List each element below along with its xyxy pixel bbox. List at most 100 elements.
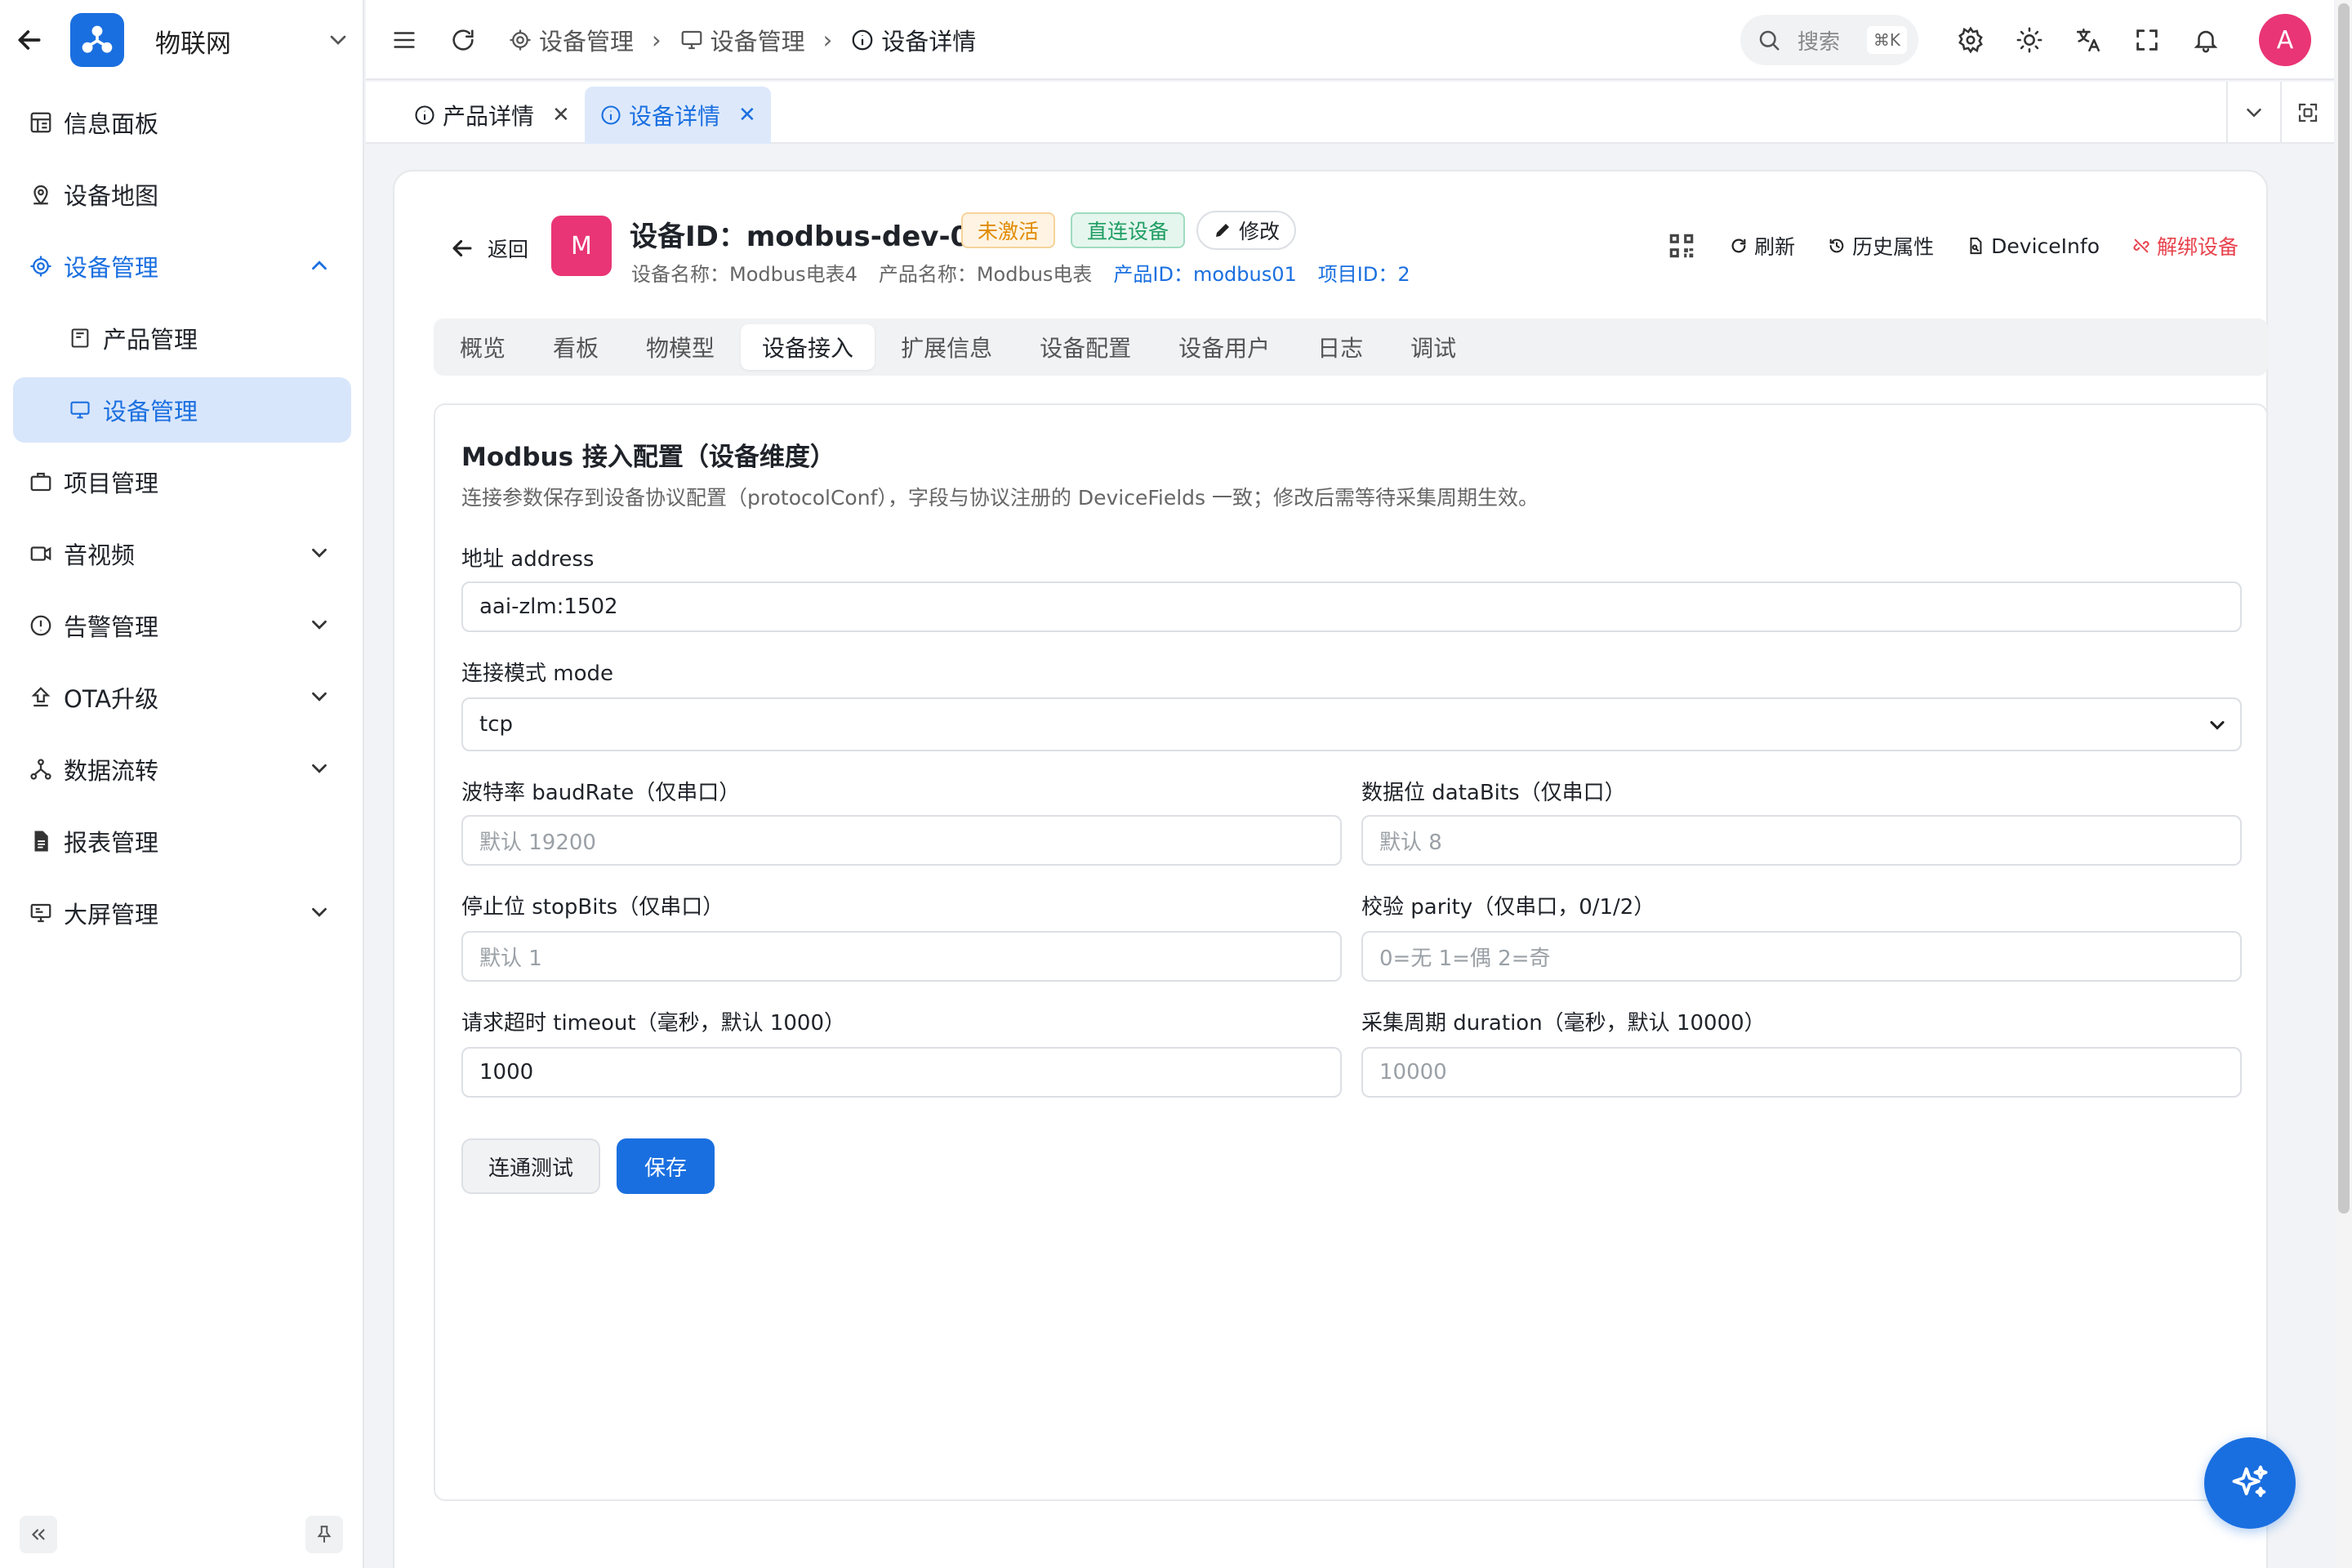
sidebar-item-screen-management[interactable]: 大屏管理: [13, 880, 351, 946]
info-icon: [599, 104, 622, 127]
tab-logs[interactable]: 日志: [1296, 324, 1384, 370]
save-button[interactable]: 保存: [617, 1138, 715, 1194]
tabs-dropdown-chevron-icon[interactable]: [2226, 82, 2280, 144]
tab-thing-model[interactable]: 物模型: [625, 324, 736, 370]
screenshot-frame-icon[interactable]: [2280, 82, 2334, 144]
search-shortcut: ⌘K: [1866, 26, 1907, 54]
sidebar-item-label: 大屏管理: [64, 901, 159, 929]
tab-overview[interactable]: 概览: [439, 324, 527, 370]
edit-button[interactable]: 修改: [1196, 211, 1297, 250]
ai-assistant-button[interactable]: [2204, 1437, 2296, 1529]
form-description: 连接参数保存到设备协议配置（protocolConf），字段与协议注册的 Dev…: [461, 486, 1539, 510]
history-properties-button[interactable]: 历史属性: [1828, 231, 1934, 261]
modbus-config-panel: Modbus 接入配置（设备维度） 连接参数保存到设备协议配置（protocol…: [434, 403, 2268, 1501]
device-info-button[interactable]: DeviceInfo: [1967, 234, 2100, 258]
sidebar-item-label: 项目管理: [64, 470, 159, 497]
pin-icon[interactable]: [305, 1516, 343, 1553]
tab-product-detail[interactable]: 产品详情 ✕: [399, 87, 585, 144]
product-id-link[interactable]: 产品ID：modbus01: [1113, 258, 1296, 287]
sidebar-item-device-management[interactable]: 设备管理: [13, 377, 351, 443]
sidebar-item-ota-upgrade[interactable]: OTA升级: [13, 665, 351, 730]
mode-select[interactable]: tcp: [461, 697, 2242, 751]
qr-code-icon[interactable]: [1666, 230, 1697, 261]
timeout-label: 请求超时 timeout（毫秒，默认 1000）: [461, 1011, 846, 1036]
unbind-device-button[interactable]: 解绑设备: [2132, 231, 2238, 261]
report-icon: [26, 826, 56, 856]
tab-debug[interactable]: 调试: [1389, 324, 1477, 370]
baud-rate-input[interactable]: 默认 19200: [461, 815, 1342, 866]
settings-icon[interactable]: [1957, 26, 1984, 54]
sidebar-item-dashboard[interactable]: 信息面板: [13, 90, 351, 155]
tab-device-detail[interactable]: 设备详情 ✕: [585, 87, 771, 144]
baud-rate-label: 波特率 baudRate（仅串口）: [461, 781, 741, 805]
breadcrumb-item[interactable]: 设备管理: [508, 23, 634, 57]
device-name: 设备名称：Modbus电表4: [631, 263, 858, 286]
tab-extended-info[interactable]: 扩展信息: [880, 324, 1013, 370]
connectivity-test-button[interactable]: 连通测试: [461, 1138, 600, 1194]
tab-device-access[interactable]: 设备接入: [741, 324, 875, 370]
video-icon: [26, 539, 56, 568]
device-icon: [679, 28, 704, 52]
sidebar-item-alarm-management[interactable]: 告警管理: [13, 593, 351, 658]
chevron-down-icon: [307, 684, 332, 709]
chevron-down-icon: [2206, 714, 2229, 737]
project-id-link[interactable]: 项目ID：2: [1318, 258, 1410, 287]
device-type-badge: 直连设备: [1071, 212, 1186, 248]
sidebar-item-audio-video[interactable]: 音视频: [13, 521, 351, 586]
timeout-input[interactable]: 1000: [461, 1047, 1342, 1098]
menu-icon[interactable]: [390, 26, 418, 54]
duration-input[interactable]: 10000: [1361, 1047, 2242, 1098]
close-icon[interactable]: ✕: [738, 103, 756, 127]
sidebar-item-project-management[interactable]: 项目管理: [13, 449, 351, 514]
tab-kanban[interactable]: 看板: [532, 324, 620, 370]
breadcrumb: 设备管理 › 设备管理 › 设备详情: [508, 23, 976, 57]
back-button[interactable]: 返回: [448, 234, 528, 263]
fullscreen-icon[interactable]: [2133, 26, 2161, 54]
search-icon: [1757, 28, 1781, 52]
chevron-down-icon[interactable]: [325, 27, 351, 53]
address-label: 地址 address: [461, 547, 595, 572]
tab-device-config[interactable]: 设备配置: [1018, 324, 1152, 370]
duration-label: 采集周期 duration（毫秒，默认 10000）: [1361, 1011, 1766, 1036]
collapse-sidebar-icon[interactable]: [20, 1516, 57, 1553]
device-sub-tabs: 概览 看板 物模型 设备接入 扩展信息 设备配置 设备用户 日志 调试: [434, 318, 2268, 376]
tab-label: 设备详情: [629, 103, 721, 130]
app-title: 物联网: [155, 29, 231, 59]
translate-icon[interactable]: [2074, 26, 2102, 54]
scrollbar-thumb[interactable]: [2338, 3, 2350, 1214]
sidebar-item-data-flow[interactable]: 数据流转: [13, 737, 351, 802]
parity-input[interactable]: 0=无 1=偶 2=奇: [1361, 931, 2242, 982]
sidebar-item-device-management-group[interactable]: 设备管理: [13, 234, 351, 299]
form-title: Modbus 接入配置（设备维度）: [461, 443, 835, 472]
sidebar-item-report-management[interactable]: 报表管理: [13, 808, 351, 874]
sidebar: 物联网 信息面板 设备地图 设备管理 产品管理 设备管理 项目管理 音视频 告警…: [0, 0, 364, 1568]
header-actions: 刷新 历史属性 DeviceInfo 解绑设备: [1666, 230, 2238, 261]
sidebar-item-label: 设备管理: [103, 398, 198, 425]
user-avatar[interactable]: A: [2259, 14, 2311, 66]
sidebar-item-device-map[interactable]: 设备地图: [13, 162, 351, 227]
theme-sun-icon[interactable]: [2016, 26, 2043, 54]
tab-device-users[interactable]: 设备用户: [1157, 324, 1291, 370]
close-icon[interactable]: ✕: [552, 103, 570, 127]
refresh-button[interactable]: 刷新: [1730, 231, 1795, 261]
data-bits-input[interactable]: 默认 8: [1361, 815, 2242, 866]
device-avatar: M: [551, 216, 612, 276]
refresh-icon[interactable]: [449, 26, 477, 54]
briefcase-icon: [26, 467, 56, 497]
chevron-down-icon: [307, 541, 332, 565]
back-arrow-icon[interactable]: [13, 24, 46, 56]
sidebar-item-product-management[interactable]: 产品管理: [13, 305, 351, 371]
breadcrumb-separator: ›: [652, 26, 662, 54]
breadcrumb-item[interactable]: 设备管理: [679, 23, 805, 57]
search-box[interactable]: 搜索 ⌘K: [1740, 15, 1918, 65]
flow-icon: [26, 755, 56, 784]
device-chip-icon: [26, 252, 56, 281]
sidebar-item-label: OTA升级: [64, 685, 159, 713]
stop-bits-input[interactable]: 默认 1: [461, 931, 1342, 982]
product-name: 产品名称：Modbus电表: [878, 263, 1093, 286]
arrow-left-icon: [448, 234, 476, 262]
page-scrollbar[interactable]: [2336, 0, 2352, 1568]
info-icon: [850, 28, 875, 52]
bell-icon[interactable]: [2192, 26, 2220, 54]
address-input[interactable]: aai-zlm:1502: [461, 581, 2242, 632]
